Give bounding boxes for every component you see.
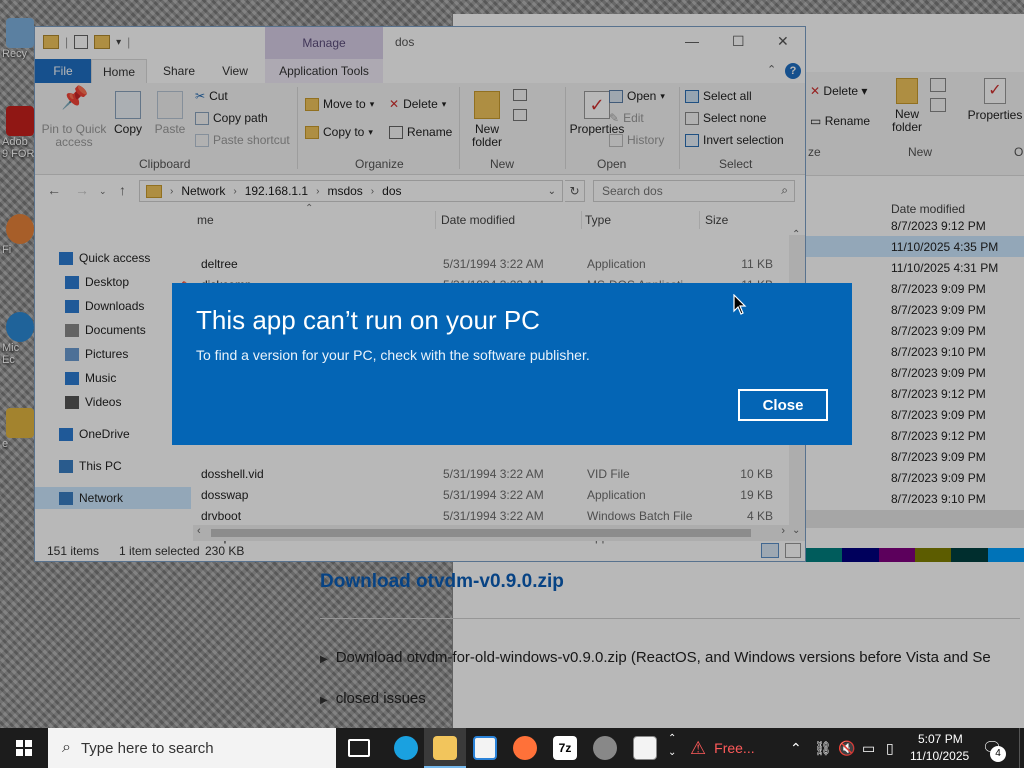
show-hidden-icons-chevron[interactable]: ⌃ bbox=[790, 740, 802, 757]
mouse-cursor-icon bbox=[733, 294, 747, 315]
app-cannot-run-dialog: This app can’t run on your PC To find a … bbox=[172, 283, 852, 445]
close-button[interactable]: Close bbox=[738, 389, 828, 421]
firefox-icon[interactable] bbox=[513, 736, 537, 760]
clock-date[interactable]: 11/10/2025 bbox=[910, 749, 969, 763]
display-icon[interactable]: ▭ bbox=[862, 740, 875, 757]
file-explorer-icon[interactable] bbox=[433, 736, 457, 760]
start-button[interactable] bbox=[0, 728, 48, 768]
dialog-message: To find a version for your PC, check wit… bbox=[196, 347, 590, 363]
battery-icon[interactable]: ▯ bbox=[886, 740, 894, 757]
volume-muted-icon[interactable]: 🔇 bbox=[838, 740, 855, 757]
taskbar-scroll-icon[interactable]: ⌃ ⌄ bbox=[668, 732, 676, 760]
task-view-icon[interactable] bbox=[348, 739, 370, 757]
search-icon: ⌕ bbox=[62, 739, 71, 756]
edge-icon[interactable] bbox=[394, 736, 418, 760]
notification-count-badge: 4 bbox=[990, 746, 1006, 762]
taskbar: ⌕ Type here to search 7z ⌃ ⌄ ⚠ Free... ⌃ … bbox=[0, 728, 1024, 768]
network-device-icon[interactable]: ⛓ bbox=[814, 740, 832, 757]
windows-logo-icon bbox=[16, 740, 32, 756]
warning-task-button[interactable]: ⚠ Free... bbox=[690, 728, 780, 768]
taskbar-search-input[interactable]: ⌕ Type here to search bbox=[48, 728, 336, 768]
warning-icon: ⚠ bbox=[690, 737, 707, 758]
7zip-icon[interactable]: 7z bbox=[553, 736, 577, 760]
window-app-icon[interactable] bbox=[633, 736, 657, 760]
dialog-title: This app can’t run on your PC bbox=[196, 305, 540, 335]
store-icon[interactable] bbox=[473, 736, 497, 760]
settings-gear-icon[interactable] bbox=[593, 736, 617, 760]
show-desktop-button[interactable] bbox=[1019, 728, 1024, 768]
clock-time[interactable]: 5:07 PM bbox=[918, 732, 963, 746]
